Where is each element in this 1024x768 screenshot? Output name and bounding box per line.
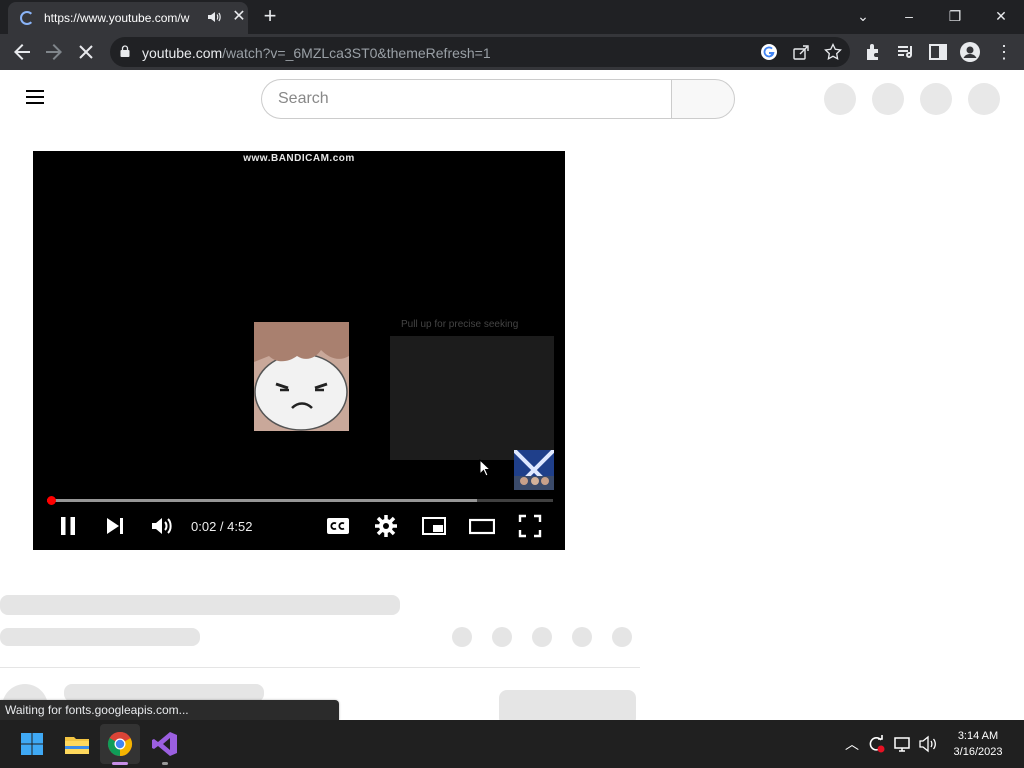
browser-tab-bar: https://www.youtube.com/w ✕ + ⌄ – ❐ ✕ [0, 0, 1024, 34]
lock-icon[interactable] [120, 45, 130, 57]
action-skeleton [532, 627, 552, 647]
profile-icon[interactable] [959, 41, 981, 63]
chrome-menu-icon[interactable]: ⋮ [993, 41, 1015, 63]
windows-taskbar: ︿ 3:14 AM 3/16/2023 [0, 720, 1024, 768]
browser-toolbar: youtube.com/watch?v=_6MZLca3ST0&themeRef… [0, 34, 1024, 70]
subtitles-cc-icon[interactable] [325, 513, 351, 539]
browser-status-bar: Waiting for fonts.googleapis.com... [0, 700, 339, 720]
chrome-active-indicator [112, 762, 128, 765]
share-icon[interactable] [792, 43, 810, 61]
video-frame-character [254, 322, 349, 431]
system-clock[interactable]: 3:14 AM 3/16/2023 [944, 728, 1012, 760]
show-hidden-icons-icon[interactable]: ︿ [842, 734, 862, 754]
subscribe-skeleton [499, 690, 636, 720]
google-icon[interactable] [760, 43, 778, 61]
progress-bar[interactable] [46, 496, 553, 505]
close-tab-icon[interactable]: ✕ [230, 8, 248, 26]
header-placeholder-create[interactable] [824, 83, 856, 115]
url-text: youtube.com/watch?v=_6MZLca3ST0&themeRef… [142, 45, 491, 61]
volume-icon[interactable] [149, 513, 175, 539]
channel-skeleton [0, 628, 200, 646]
pause-icon[interactable] [55, 513, 81, 539]
action-skeleton [612, 627, 632, 647]
menu-icon[interactable] [26, 90, 46, 106]
clock-time: 3:14 AM [957, 730, 999, 742]
network-icon[interactable] [893, 734, 913, 754]
stop-loading-icon[interactable] [74, 40, 98, 64]
clock-date: 3/16/2023 [953, 746, 1003, 758]
action-skeleton [572, 627, 592, 647]
windows-start-icon[interactable] [18, 730, 46, 758]
file-explorer-icon[interactable] [63, 730, 91, 758]
back-icon[interactable] [10, 40, 34, 64]
bandicam-watermark: www.BANDICAM.com [243, 153, 355, 164]
seek-hint: Pull up for precise seeking [401, 319, 519, 330]
tab-search-icon[interactable]: ⌄ [850, 4, 876, 28]
channel-watermark-thumbnail[interactable] [514, 450, 554, 490]
media-control-icon[interactable] [895, 41, 917, 63]
browser-tab[interactable]: https://www.youtube.com/w ✕ [8, 2, 248, 34]
action-skeleton [452, 627, 472, 647]
search-box[interactable] [261, 79, 671, 119]
side-panel-icon[interactable] [927, 41, 949, 63]
audio-playing-icon[interactable] [206, 9, 222, 25]
forward-icon[interactable] [42, 40, 66, 64]
settings-gear-icon[interactable] [373, 513, 399, 539]
bookmark-star-icon[interactable] [824, 43, 842, 61]
next-icon[interactable] [102, 513, 128, 539]
search-input[interactable] [278, 89, 658, 109]
scrubber-handle[interactable] [46, 496, 56, 505]
action-skeleton [492, 627, 512, 647]
extensions-icon[interactable] [863, 41, 885, 63]
seek-preview-panel [390, 336, 554, 460]
speaker-icon[interactable] [918, 734, 938, 754]
video-player[interactable]: www.BANDICAM.com Pull up for precise see… [33, 151, 565, 550]
buffered-bar [47, 499, 478, 502]
loading-spinner-icon [20, 11, 34, 25]
time-display: 0:02 / 4:52 [191, 519, 253, 534]
tab-title: https://www.youtube.com/w [44, 11, 190, 25]
fullscreen-icon[interactable] [517, 513, 543, 539]
title-skeleton [0, 595, 400, 615]
close-window-icon[interactable]: ✕ [988, 4, 1014, 28]
search-button[interactable] [671, 79, 735, 119]
mouse-cursor-icon [479, 459, 491, 477]
sync-icon[interactable] [866, 734, 886, 754]
restore-icon[interactable]: ❐ [942, 4, 968, 28]
header-placeholder-notifications[interactable] [920, 83, 952, 115]
address-bar[interactable]: youtube.com/watch?v=_6MZLca3ST0&themeRef… [110, 37, 850, 67]
youtube-page: www.BANDICAM.com Pull up for precise see… [0, 70, 1024, 720]
header-placeholder-avatar[interactable] [968, 83, 1000, 115]
content-divider [0, 667, 640, 668]
visual-studio-icon[interactable] [151, 730, 179, 758]
vs-open-indicator [162, 762, 168, 765]
new-tab-button[interactable]: + [258, 4, 282, 28]
minimize-icon[interactable]: – [896, 4, 922, 28]
chrome-icon[interactable] [106, 730, 134, 758]
theater-mode-icon[interactable] [469, 513, 495, 539]
header-placeholder-apps[interactable] [872, 83, 904, 115]
miniplayer-icon[interactable] [421, 513, 447, 539]
